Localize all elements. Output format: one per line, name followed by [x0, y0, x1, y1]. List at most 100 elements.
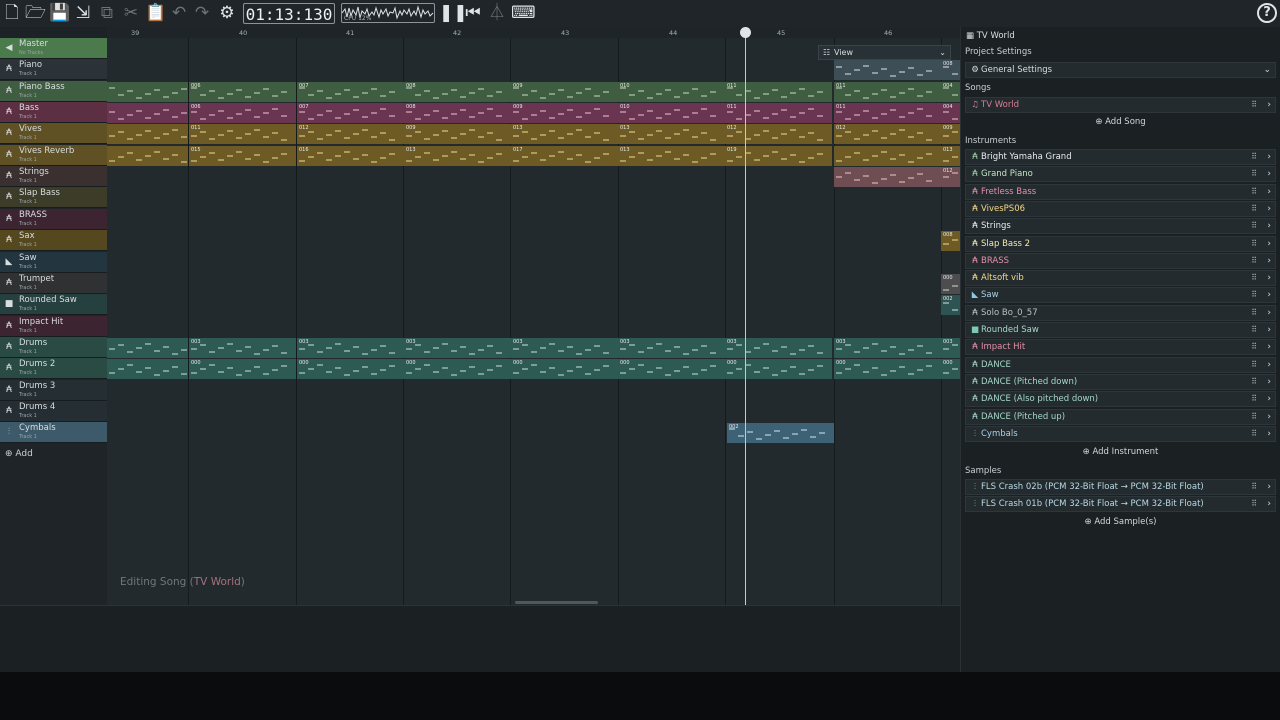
general-settings-dropdown[interactable]: ⚙ General Settings ⌄ [965, 62, 1276, 78]
song-item[interactable]: ♫ TV World ⠿ › [965, 97, 1276, 113]
drag-handle-icon[interactable]: ⠿ [1251, 480, 1257, 494]
clip[interactable]: 011 [834, 81, 941, 102]
playhead-handle[interactable] [740, 27, 751, 38]
drag-handle-icon[interactable]: ⠿ [1251, 254, 1257, 268]
clip[interactable]: 008 [941, 231, 960, 252]
clip[interactable] [107, 124, 188, 145]
copy-icon[interactable]: ⧉ [97, 3, 117, 23]
clip[interactable]: 013 [511, 124, 618, 145]
clip[interactable]: 003 [618, 337, 725, 358]
clip[interactable]: 000 [941, 359, 960, 380]
export-icon[interactable]: ⇲ [73, 3, 93, 23]
clip[interactable] [834, 145, 941, 166]
drag-handle-icon[interactable]: ⠿ [1251, 392, 1257, 406]
chevron-right-icon[interactable]: › [1267, 202, 1271, 216]
instrument-item[interactable]: ₳ Slap Bass 2 ⠿ › [965, 235, 1276, 252]
clip[interactable] [107, 81, 188, 102]
clip[interactable]: 013 [404, 145, 511, 166]
clip[interactable]: 003 [189, 337, 296, 358]
clip[interactable]: 012 [834, 124, 941, 145]
clip[interactable]: 009 [511, 103, 618, 124]
drag-handle-icon[interactable]: ⠿ [1251, 237, 1257, 251]
clip[interactable]: 007 [297, 81, 404, 102]
clip[interactable]: 000 [725, 359, 832, 380]
instrument-item[interactable]: ◣ Saw ⠿ › [965, 287, 1276, 304]
drag-handle-icon[interactable]: ⠿ [1251, 427, 1257, 441]
clip[interactable]: 000 [189, 359, 296, 380]
undo-icon[interactable]: ↶ [169, 3, 189, 23]
clip[interactable]: 002 [941, 295, 960, 316]
clip[interactable]: 011 [725, 81, 832, 102]
clip[interactable]: 009 [941, 124, 960, 145]
playhead[interactable] [745, 27, 746, 605]
instrument-item[interactable]: ₳ Fretless Bass ⠿ › [965, 183, 1276, 200]
sample-item[interactable]: ⫶ FLS Crash 02b (PCM 32-Bit Float → PCM 3… [965, 479, 1276, 495]
save-icon[interactable]: 💾 [49, 3, 70, 23]
drag-handle-icon[interactable]: ⠿ [1251, 340, 1257, 354]
chevron-right-icon[interactable]: › [1267, 323, 1271, 337]
pause-icon[interactable]: ❚❚ [439, 3, 468, 23]
chevron-right-icon[interactable]: › [1267, 497, 1271, 511]
drag-handle-icon[interactable]: ⠿ [1251, 271, 1257, 285]
metronome-icon[interactable]: ⏃ [487, 3, 507, 23]
chevron-right-icon[interactable]: › [1267, 358, 1271, 372]
clip[interactable]: 010 [618, 81, 725, 102]
clip[interactable]: 000 [941, 273, 960, 294]
horizontal-scrollbar[interactable] [515, 601, 598, 604]
drag-handle-icon[interactable]: ⠿ [1251, 98, 1257, 112]
clip[interactable]: 000 [511, 359, 618, 380]
view-dropdown[interactable]: ☷ View ⌄ [818, 45, 951, 60]
open-folder-icon[interactable]: 🗁 [25, 3, 46, 23]
add-samples-button[interactable]: ⊕ Add Sample(s) [965, 514, 1276, 530]
drag-handle-icon[interactable]: ⠿ [1251, 167, 1257, 181]
clip[interactable]: 000 [618, 359, 725, 380]
clip[interactable]: 013 [618, 145, 725, 166]
clip[interactable]: 003 [834, 337, 941, 358]
drag-handle-icon[interactable]: ⠿ [1251, 375, 1257, 389]
drag-handle-icon[interactable]: ⠿ [1251, 306, 1257, 320]
instrument-item[interactable]: ₳ DANCE (Pitched down) ⠿ › [965, 373, 1276, 390]
clip[interactable] [834, 167, 941, 188]
track-header[interactable]: ₳ Drums Track 1 [0, 336, 107, 358]
keyboard-icon[interactable]: ⌨ [511, 3, 536, 23]
track-header[interactable]: ₳ Strings Track 1 [0, 166, 107, 188]
clip[interactable]: 003 [941, 337, 960, 358]
track-header[interactable]: ₳ Impact Hit Track 1 [0, 315, 107, 337]
track-header[interactable]: ₳ Piano Track 1 [0, 59, 107, 81]
skip-back-icon[interactable]: ⏮ [463, 3, 483, 23]
add-song-button[interactable]: ⊕ Add Song [965, 114, 1276, 130]
track-header[interactable]: ₳ Drums 3 Track 1 [0, 379, 107, 401]
track-header[interactable]: ₳ Trumpet Track 1 [0, 272, 107, 294]
track-header[interactable]: ₳ Slap Bass Track 1 [0, 187, 107, 209]
chevron-right-icon[interactable]: › [1267, 237, 1271, 251]
instrument-item[interactable]: ₳ Grand Piano ⠿ › [965, 166, 1276, 183]
clip[interactable]: 000 [404, 359, 511, 380]
chevron-right-icon[interactable]: › [1267, 410, 1271, 424]
instrument-item[interactable]: ₳ DANCE (Also pitched down) ⠿ › [965, 391, 1276, 408]
clip[interactable]: 009 [511, 81, 618, 102]
instrument-item[interactable]: ₳ Strings ⠿ › [965, 218, 1276, 235]
clip[interactable] [107, 337, 188, 358]
chevron-right-icon[interactable]: › [1267, 340, 1271, 354]
instrument-item[interactable]: ₳ Solo Bo_0_57 ⠿ › [965, 304, 1276, 321]
track-header[interactable]: ◣ Saw Track 1 [0, 251, 107, 273]
track-header[interactable]: ₳ Drums 4 Track 1 [0, 400, 107, 422]
instrument-item[interactable]: ₳ Altsoft vib ⠿ › [965, 270, 1276, 287]
drag-handle-icon[interactable]: ⠿ [1251, 497, 1257, 511]
chevron-right-icon[interactable]: › [1267, 306, 1271, 320]
instrument-item[interactable]: ⫶ Cymbals ⠿ › [965, 425, 1276, 442]
clip[interactable]: 016 [297, 145, 404, 166]
track-header[interactable]: ◀ Master No Tracks [0, 38, 107, 59]
drag-handle-icon[interactable]: ⠿ [1251, 150, 1257, 164]
chevron-right-icon[interactable]: › [1267, 271, 1271, 285]
settings-icon[interactable]: ⚙ [217, 3, 237, 23]
arrangement-grid[interactable]: 0060070080090100110110040050060070080090… [107, 38, 960, 605]
cut-icon[interactable]: ✂ [121, 3, 141, 23]
chevron-right-icon[interactable]: › [1267, 288, 1271, 302]
clip[interactable]: 003 [297, 337, 404, 358]
chevron-right-icon[interactable]: › [1267, 98, 1271, 112]
clip[interactable]: 008 [941, 60, 960, 81]
clip[interactable]: 008 [404, 81, 511, 102]
add-track-button[interactable]: ⊕ Add [5, 449, 33, 459]
help-icon[interactable]: ? [1257, 3, 1277, 23]
